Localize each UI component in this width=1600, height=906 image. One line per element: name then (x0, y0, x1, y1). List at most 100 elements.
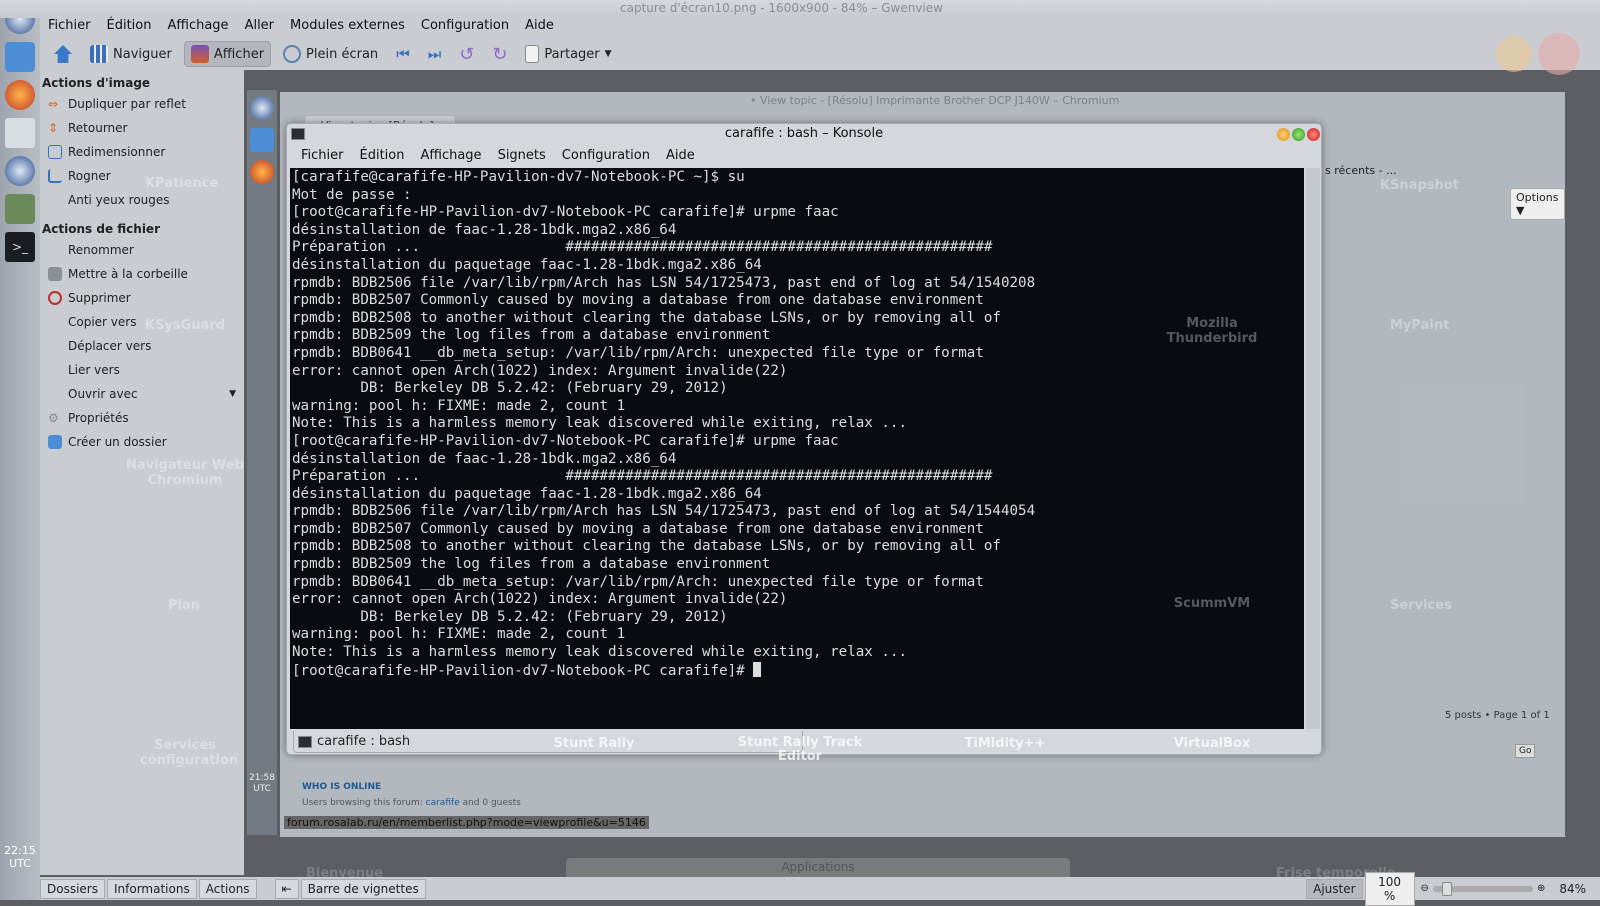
action-label: Dupliquer par reflet (68, 97, 186, 111)
terminal-line: désinstallation du paquetage faac-1.28-1… (292, 485, 762, 502)
terminal-line: warning: pool h: FIXME: made 2, count 1 (292, 626, 626, 643)
maximize-button[interactable] (1292, 128, 1305, 141)
tab-actions[interactable]: Actions (198, 878, 257, 899)
zoom-out-icon[interactable]: ⊖ (1421, 883, 1429, 894)
terminal-output[interactable]: [carafife@carafife-HP-Pavilion-dv7-Noteb… (290, 168, 1304, 729)
zoom-in-icon[interactable]: ⊕ (1537, 883, 1545, 894)
fullscreen-button[interactable]: Plein écran (277, 42, 384, 66)
options-button[interactable]: Options ▼ (1510, 188, 1565, 220)
terminal-line: [root@carafife-HP-Pavilion-dv7-Notebook-… (292, 432, 839, 449)
close-button[interactable] (1307, 128, 1320, 141)
browse-label: Naviguer (113, 46, 172, 62)
action-label: Ouvrir avec (68, 387, 138, 401)
gear-icon: ⚙ (48, 411, 59, 425)
terminal-scrollbar[interactable] (1306, 168, 1320, 729)
desktop-panel: >_ 22:15 UTC (0, 0, 40, 900)
konsole-tab[interactable]: carafife : bash (293, 731, 803, 753)
terminal-line: rpmdb: BDB2509 the log files from a data… (292, 327, 771, 344)
terminal-line: warning: pool h: FIXME: made 2, count 1 (292, 397, 626, 414)
terminal-line: Note: This is a harmless memory leak dis… (292, 415, 907, 432)
mail-icon[interactable] (5, 118, 35, 148)
share-button[interactable]: Partager ▼ (519, 42, 617, 66)
resize-icon (48, 145, 62, 159)
launcher-icon[interactable] (250, 96, 274, 120)
view-button[interactable]: Afficher (183, 41, 272, 67)
action-resize[interactable]: Redimensionner (40, 140, 244, 164)
home-button[interactable] (48, 42, 78, 66)
firefox-icon[interactable] (250, 160, 274, 184)
menu-aide[interactable]: Aide (658, 146, 703, 165)
power-icon[interactable] (1538, 33, 1580, 75)
action-mirror[interactable]: ⇔ Dupliquer par reflet (40, 92, 244, 116)
rosa-icon[interactable] (5, 156, 35, 186)
menu-edition[interactable]: Édition (99, 16, 160, 38)
flip-icon: ⇕ (48, 121, 59, 135)
action-properties[interactable]: ⚙ Propriétés (40, 406, 244, 430)
action-label: Renommer (68, 243, 134, 257)
clock-time: 21:58 (249, 773, 275, 783)
firefox-icon[interactable] (5, 80, 35, 110)
menu-fichier[interactable]: Fichier (293, 146, 352, 165)
go-button[interactable]: Go (1515, 744, 1536, 758)
secondary-panel: 21:58 UTC (247, 90, 277, 835)
menu-aller[interactable]: Aller (237, 16, 282, 38)
menu-affichage[interactable]: Affichage (412, 146, 489, 165)
clock-timezone: UTC (253, 784, 271, 794)
rotate-left-button[interactable]: ↺ (453, 41, 480, 68)
browse-button[interactable]: Naviguer (84, 42, 178, 66)
menu-aide[interactable]: Aide (517, 16, 562, 38)
action-label: Lier vers (68, 363, 120, 377)
clock[interactable]: 22:15 UTC (4, 844, 36, 870)
action-new-folder[interactable]: Créer un dossier (40, 430, 244, 454)
action-delete[interactable]: Supprimer (40, 286, 244, 310)
recent-posts[interactable]: s récents - ... (1325, 164, 1397, 177)
action-flip[interactable]: ⇕ Retourner (40, 116, 244, 140)
desktop-label: KSnapshot (1380, 178, 1459, 193)
action-move[interactable]: Déplacer vers (40, 334, 244, 358)
action-open-with[interactable]: Ouvrir avec ▼ (40, 382, 244, 406)
zoom-slider-handle[interactable] (1441, 881, 1452, 896)
crop-icon (48, 169, 62, 183)
zoom-slider[interactable] (1432, 881, 1533, 896)
tab-information[interactable]: Informations (107, 878, 197, 899)
folder-icon[interactable] (250, 128, 274, 152)
zoom-input[interactable]: 100 % (1364, 871, 1415, 906)
rotate-right-button[interactable]: ↻ (486, 41, 513, 68)
menu-fichier[interactable]: Fichier (40, 16, 99, 38)
gwenview-icon[interactable] (5, 194, 35, 224)
lock-icon[interactable] (1496, 36, 1532, 72)
action-trash[interactable]: Mettre à la corbeille (40, 262, 244, 286)
next-button[interactable]: ⏭ (422, 42, 448, 66)
clock-2: 21:58 UTC (249, 773, 275, 795)
action-red-eye[interactable]: Anti yeux rouges (40, 188, 244, 212)
action-rename[interactable]: Renommer (40, 238, 244, 262)
user-link[interactable]: carafife (426, 798, 460, 808)
previous-button[interactable]: ⏮ (390, 42, 416, 66)
desktop-label: Navigateur Web Chromium (126, 458, 244, 488)
terminal-line: Préparation ... ########################… (292, 239, 993, 256)
menu-signets[interactable]: Signets (490, 146, 554, 165)
file-actions-heading: Actions de fichier (42, 222, 160, 236)
toggle-sidebar-button[interactable]: ⇤ (274, 878, 299, 899)
menu-configuration[interactable]: Configuration (413, 16, 517, 38)
desktop-tab-applications[interactable]: Applications (566, 858, 1070, 878)
delete-icon (48, 291, 62, 305)
rename-icon (48, 243, 62, 257)
action-link[interactable]: Lier vers (40, 358, 244, 382)
document-icon (525, 45, 540, 63)
trash-icon (48, 267, 62, 281)
action-label: Supprimer (68, 291, 131, 305)
minimize-button[interactable] (1277, 128, 1290, 141)
menu-affichage[interactable]: Affichage (159, 16, 236, 38)
tab-folders[interactable]: Dossiers (40, 878, 105, 899)
file-manager-icon[interactable] (5, 42, 35, 72)
menu-modules[interactable]: Modules externes (282, 16, 413, 38)
thumbnail-bar-button[interactable]: Barre de vignettes (300, 878, 426, 899)
fit-button[interactable]: Ajuster (1306, 878, 1363, 899)
action-label: Rogner (68, 169, 111, 183)
terminal-icon[interactable]: >_ (5, 232, 35, 262)
menu-configuration[interactable]: Configuration (554, 146, 658, 165)
rotate-right-icon: ↻ (492, 43, 508, 65)
menu-edition[interactable]: Édition (352, 146, 413, 165)
action-label: Retourner (68, 121, 128, 135)
